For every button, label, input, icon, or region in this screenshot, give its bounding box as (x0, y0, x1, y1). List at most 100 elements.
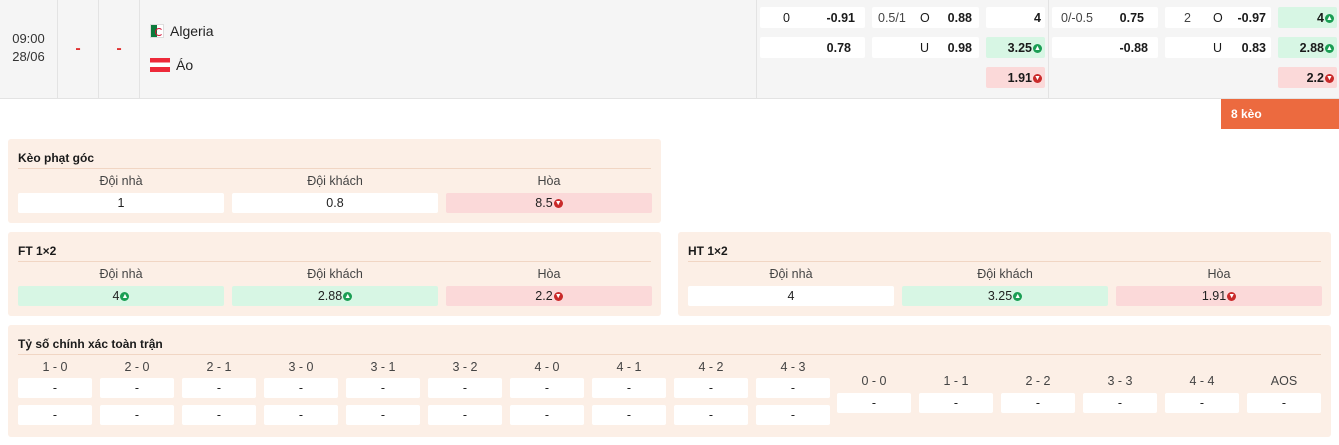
score-odds-cell[interactable]: - (18, 378, 92, 398)
arrow-down-circle-icon: ▼ (553, 291, 563, 301)
away-team-name: Áo (176, 57, 194, 73)
card-title: FT 1×2 (18, 244, 57, 258)
score-odds-cell[interactable]: - (182, 378, 256, 398)
corner-draw-value: 8.5 (535, 196, 553, 210)
ht-home-odds[interactable]: 4 (688, 286, 894, 306)
ft-home-odds[interactable]: 4 ▲ (18, 286, 224, 306)
ht-over-cell[interactable]: 2 O -0.97 (1165, 7, 1271, 28)
score-odds-cell[interactable]: - (264, 378, 338, 398)
ht-over-label: O (1213, 10, 1223, 25)
ht-draw-odds[interactable]: 1.91 ▼ (1116, 286, 1322, 306)
ht-1x2-away-cell[interactable]: 2.88 ▲ (1278, 37, 1337, 58)
card-title: Tỷ số chính xác toàn trận (18, 337, 163, 351)
austria-flag-icon (150, 58, 170, 72)
draw-score-col-1: 0 - 0 (861, 374, 887, 388)
arrow-up-circle-icon: ▲ (1325, 13, 1334, 23)
score-odds-cell[interactable]: - (674, 378, 748, 398)
card-title: Kèo phạt góc (18, 151, 95, 165)
corner-away-odds[interactable]: 0.8 (232, 193, 438, 213)
score-odds-cell[interactable]: - (346, 378, 420, 398)
score-col-4: 3 - 0 (288, 360, 314, 374)
draw-score-odds-cell[interactable]: - (1165, 393, 1239, 413)
score-odds-cell[interactable]: - (510, 405, 584, 425)
ft-1x2-home-cell[interactable]: 4 (986, 7, 1045, 28)
divider (18, 261, 651, 262)
draw-score-odds-cell[interactable]: - (1083, 393, 1157, 413)
score-odds-cell[interactable]: - (346, 405, 420, 425)
score-odds-cell[interactable]: - (100, 378, 174, 398)
arrow-down-circle-icon: ▼ (1033, 73, 1042, 83)
divider (57, 0, 58, 99)
algeria-flag-icon (150, 24, 164, 38)
score-odds-cell[interactable]: - (264, 405, 338, 425)
corner-draw-odds[interactable]: 8.5 ▼ (446, 193, 652, 213)
divider (688, 261, 1321, 262)
score-odds-cell[interactable]: - (756, 378, 830, 398)
ft-1x2-away-cell[interactable]: 3.25 ▲ (986, 37, 1045, 58)
score-odds-cell[interactable]: - (100, 405, 174, 425)
score-col-6: 3 - 2 (452, 360, 478, 374)
home-team[interactable]: Algeria (150, 21, 214, 41)
ft-over-label: O (920, 10, 930, 25)
ft-away-odds[interactable]: 2.88 ▲ (232, 286, 438, 306)
ft-under-label: U (920, 40, 930, 55)
arrow-down-circle-icon: ▼ (553, 198, 563, 208)
draw-score-col-5: 4 - 4 (1189, 374, 1215, 388)
divider (1048, 0, 1049, 99)
score-ft: - (75, 40, 81, 57)
ht-away-odds[interactable]: 3.25 ▲ (902, 286, 1108, 306)
draw-score-odds-cell[interactable]: - (1247, 393, 1321, 413)
more-odds-button[interactable]: 8 kèo (1221, 99, 1339, 129)
ft-hdp-home-cell[interactable]: 0 -0.91 (760, 7, 865, 28)
arrow-up-circle-icon: ▲ (1013, 291, 1023, 301)
draw-score-col-2: 1 - 1 (943, 374, 969, 388)
score-odds-cell[interactable]: - (428, 378, 502, 398)
ft-over-odds: 0.88 (947, 10, 972, 25)
arrow-up-circle-icon: ▲ (1325, 43, 1334, 53)
corner-home-odds[interactable]: 1 (18, 193, 224, 213)
match-row: 09:00 28/06 - - Algeria Áo 0 -0.91 0.78 … (0, 0, 1339, 99)
arrow-down-circle-icon: ▼ (1227, 291, 1237, 301)
ht-under-cell[interactable]: U 0.83 (1165, 37, 1271, 58)
ht-hdp-line: 0/-0.5 (1061, 10, 1093, 25)
score-odds-cell[interactable]: - (756, 405, 830, 425)
score-odds-cell[interactable]: - (592, 405, 666, 425)
score-odds-cell[interactable]: - (428, 405, 502, 425)
ht-1x2-draw-cell[interactable]: 2.2 ▼ (1278, 67, 1337, 88)
match-datetime: 09:00 28/06 (0, 30, 57, 66)
header-away: Đội khách (977, 267, 1033, 281)
correct-score-card: Tỷ số chính xác toàn trận 1 - 0--2 - 0--… (8, 325, 1331, 437)
ft-over-cell[interactable]: 0.5/1 O 0.88 (872, 7, 979, 28)
divider (18, 168, 651, 169)
score-odds-cell[interactable]: - (510, 378, 584, 398)
away-team[interactable]: Áo (150, 55, 193, 75)
score-odds-cell[interactable]: - (182, 405, 256, 425)
home-team-name: Algeria (170, 23, 214, 39)
ft-1x2-draw-cell[interactable]: 1.91 ▼ (986, 67, 1045, 88)
ft-under-cell[interactable]: U 0.98 (872, 37, 979, 58)
ft-draw-odds[interactable]: 2.2 ▼ (446, 286, 652, 306)
divider (139, 0, 140, 99)
score-odds-cell[interactable]: - (592, 378, 666, 398)
ft-hdp-away-cell[interactable]: 0.78 (760, 37, 865, 58)
ht-1x2-home-cell[interactable]: 4 ▲ (1278, 7, 1337, 28)
draw-score-odds-cell[interactable]: - (919, 393, 993, 413)
ft-draw-value: 2.2 (535, 289, 553, 303)
header-home: Đội nhà (99, 267, 143, 281)
score-odds-cell[interactable]: - (674, 405, 748, 425)
divider (98, 0, 99, 99)
draw-score-odds-cell[interactable]: - (837, 393, 911, 413)
ht-1x2-card: HT 1×2 Đội nhà Đội khách Hòa 4 3.25 ▲ 1.9… (678, 232, 1331, 316)
score-odds-cell[interactable]: - (18, 405, 92, 425)
header-draw: Hòa (537, 174, 561, 188)
ft-hdp-home-odds: -0.91 (826, 10, 856, 25)
draw-score-odds-cell[interactable]: - (1001, 393, 1075, 413)
ht-hdp-home-cell[interactable]: 0/-0.5 0.75 (1052, 7, 1158, 28)
score-col-10: 4 - 3 (780, 360, 806, 374)
match-time: 09:00 (12, 31, 45, 46)
ht-hdp-away-cell[interactable]: -0.88 (1052, 37, 1158, 58)
ft-1x2-away-odds: 3.25 (1007, 40, 1032, 55)
ht-under-label: U (1213, 40, 1223, 55)
ht-ou-line: 2 (1184, 10, 1191, 25)
ft-ou-line: 0.5/1 (878, 10, 906, 25)
